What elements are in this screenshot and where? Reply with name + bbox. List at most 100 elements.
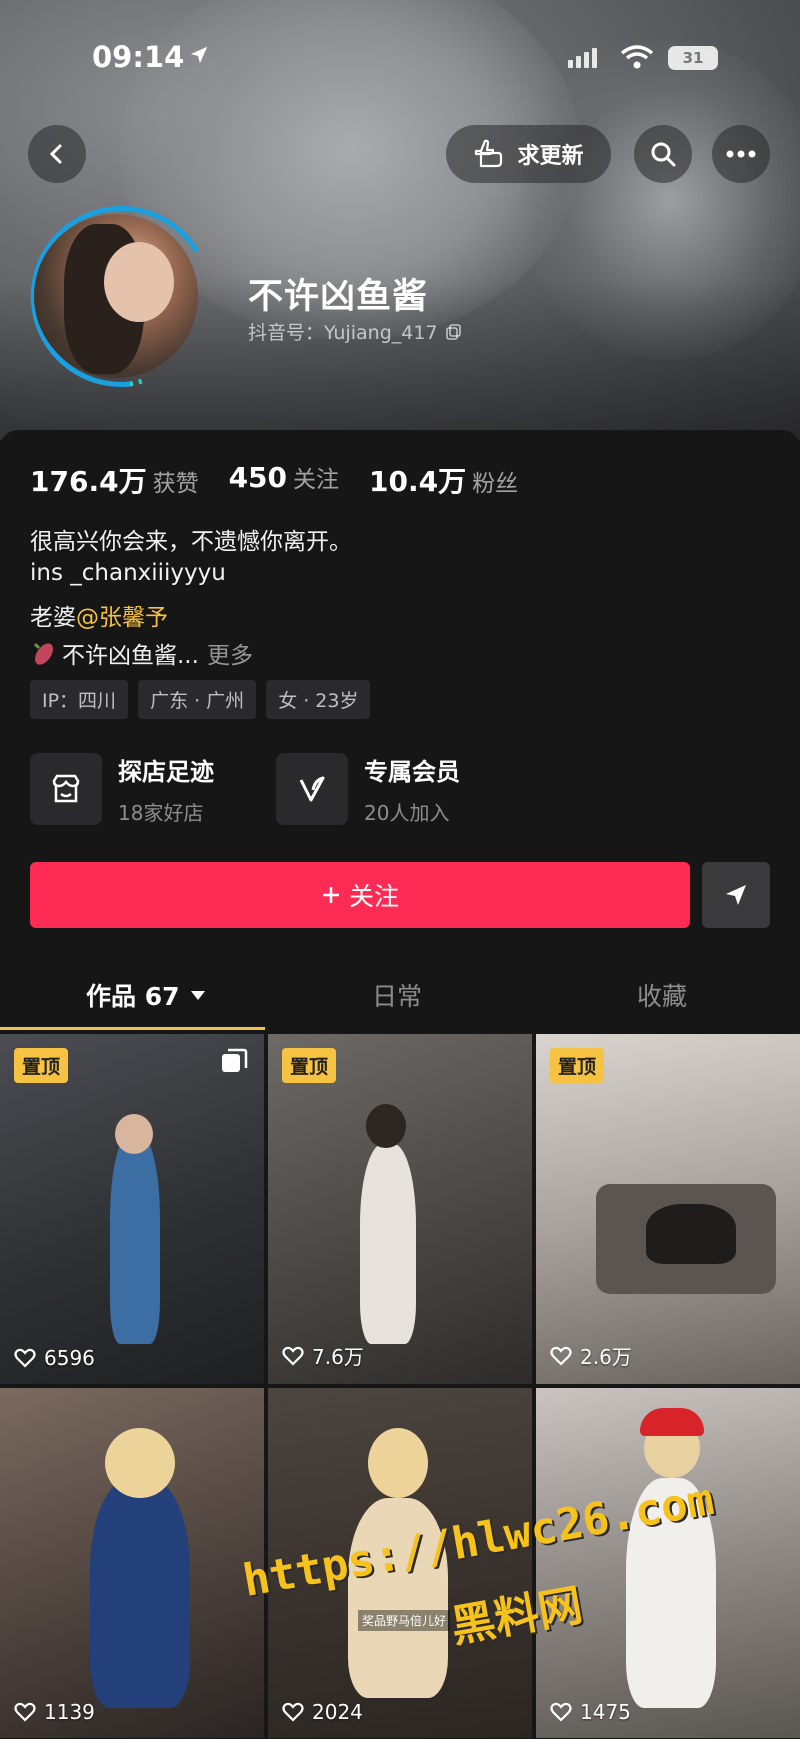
profile-stats: 176.4万 获赞 450 关注 10.4万 粉丝 <box>30 460 548 500</box>
plus-icon <box>322 887 339 903</box>
entry-subtitle: 18家好店 <box>118 801 204 825</box>
bio-text: 老婆 <box>30 605 76 631</box>
like-count: 7.6万 <box>282 1341 364 1370</box>
bio-text: 不许凶鱼酱... <box>62 643 199 669</box>
tab-indicator <box>0 1027 265 1030</box>
douyin-id-text: 抖音号：Yujiang_417 <box>248 322 438 344</box>
pointing-hand-icon <box>475 139 503 168</box>
copy-icon[interactable] <box>445 323 462 340</box>
tab-label: 作品 67 <box>86 982 180 1011</box>
more-dots-icon <box>726 150 756 158</box>
stat-value: 176.4万 <box>30 465 147 498</box>
bio-line: ins _chanxiiiyyyu <box>30 560 226 586</box>
more-options-button[interactable] <box>712 125 770 183</box>
entry-subtitle: 20人加入 <box>364 801 450 825</box>
stat-likes[interactable]: 176.4万 获赞 <box>30 460 199 500</box>
tab-favorites[interactable]: 收藏 <box>637 977 687 1013</box>
pinned-badge: 置顶 <box>14 1048 69 1083</box>
tag-gender-age: 女 · 23岁 <box>266 680 371 719</box>
pinned-badge: 置顶 <box>282 1048 337 1083</box>
like-count: 6596 <box>14 1346 95 1370</box>
video-thumbnail[interactable]: 置顶 2.6万 <box>536 1034 800 1384</box>
video-caption: 奖品野马倍儿好 <box>358 1610 451 1631</box>
stat-value: 10.4万 <box>369 465 467 498</box>
status-time: 09:14 <box>92 40 185 74</box>
thumb-cap <box>640 1408 704 1436</box>
content-tabs: 作品 67 日常 收藏 <box>0 965 800 1031</box>
search-icon <box>651 142 676 167</box>
like-count-value: 6596 <box>44 1346 95 1370</box>
tab-works[interactable]: 作品 67 <box>86 977 206 1013</box>
stat-label: 关注 <box>293 467 340 493</box>
like-count: 2024 <box>282 1700 363 1724</box>
like-count: 2.6万 <box>550 1341 632 1370</box>
stat-followers[interactable]: 10.4万 粉丝 <box>369 460 518 500</box>
bio-line: 老婆@张馨予 <box>30 598 168 632</box>
video-thumbnail[interactable]: 置顶 7.6万 <box>268 1034 532 1384</box>
like-count: 1475 <box>550 1700 631 1724</box>
store-icon <box>30 753 102 825</box>
video-thumbnail[interactable]: 1475 <box>536 1388 800 1738</box>
heart-icon <box>282 1346 304 1366</box>
profile-tags: IP：四川 广东 · 广州 女 · 23岁 <box>30 680 371 719</box>
thumb-figure <box>646 1204 736 1264</box>
signal-icon <box>568 48 600 68</box>
bio-line: 很高兴你会来，不遗憾你离开。 <box>30 529 352 555</box>
chevron-left-icon <box>49 144 62 164</box>
video-thumbnail[interactable]: 置顶 6596 <box>0 1034 264 1384</box>
status-bar: 09:14 31 <box>0 40 800 80</box>
thumb-head <box>368 1428 428 1498</box>
tag-location: 广东 · 广州 <box>138 680 257 719</box>
store-visits-entry[interactable]: 探店足迹 18家好店 <box>30 752 214 826</box>
stat-value: 450 <box>228 461 288 494</box>
heart-icon <box>550 1346 572 1366</box>
share-button[interactable] <box>702 862 770 928</box>
thumb-figure <box>110 1134 160 1344</box>
video-thumbnail[interactable]: 1139 <box>0 1388 264 1738</box>
more-link[interactable]: 更多 <box>207 636 253 670</box>
heart-icon <box>14 1348 36 1368</box>
thumb-figure <box>90 1478 190 1708</box>
search-button[interactable] <box>634 125 692 183</box>
avatar[interactable] <box>34 214 198 378</box>
thumb-figure <box>360 1144 416 1344</box>
battery-indicator: 31 <box>668 46 718 70</box>
tag-ip: IP：四川 <box>30 680 129 719</box>
caret-down-icon <box>190 991 205 1000</box>
mention-link[interactable]: @张馨予 <box>76 605 168 631</box>
location-arrow-icon <box>190 46 208 64</box>
like-count-value: 2.6万 <box>580 1345 632 1369</box>
thumb-head <box>105 1428 175 1498</box>
avatar-face <box>104 242 174 322</box>
thumb-head <box>366 1104 406 1148</box>
heart-icon <box>550 1702 572 1722</box>
like-count: 1139 <box>14 1700 95 1724</box>
request-update-button[interactable]: 求更新 <box>446 125 611 183</box>
stat-label: 粉丝 <box>472 471 519 497</box>
like-count-value: 2024 <box>312 1700 363 1724</box>
tab-daily[interactable]: 日常 <box>372 977 422 1013</box>
entry-title: 专属会员 <box>364 758 460 786</box>
douyin-id: 抖音号：Yujiang_417 <box>248 318 462 345</box>
follow-label: 关注 <box>348 882 399 911</box>
membership-entry[interactable]: 专属会员 20人加入 <box>276 752 460 826</box>
like-count-value: 7.6万 <box>312 1345 364 1369</box>
multi-photo-icon <box>222 1048 248 1072</box>
heart-icon <box>282 1702 304 1722</box>
sweet-potato-icon <box>33 642 53 665</box>
request-update-label: 求更新 <box>517 144 584 169</box>
follow-button[interactable]: 关注 <box>30 862 690 928</box>
entry-title: 探店足迹 <box>118 758 214 786</box>
like-count-value: 1475 <box>580 1700 631 1724</box>
profile-name: 不许凶鱼酱 <box>248 277 429 317</box>
heart-icon <box>14 1702 36 1722</box>
like-count-value: 1139 <box>44 1700 95 1724</box>
wifi-icon <box>620 45 654 69</box>
pinned-badge: 置顶 <box>550 1048 605 1083</box>
back-button[interactable] <box>28 125 86 183</box>
vip-icon <box>276 753 348 825</box>
stat-following[interactable]: 450 关注 <box>229 460 339 500</box>
stat-label: 获赞 <box>152 471 199 497</box>
bio-line: 不许凶鱼酱... 更多 <box>30 636 253 670</box>
thumb-head <box>115 1114 153 1154</box>
